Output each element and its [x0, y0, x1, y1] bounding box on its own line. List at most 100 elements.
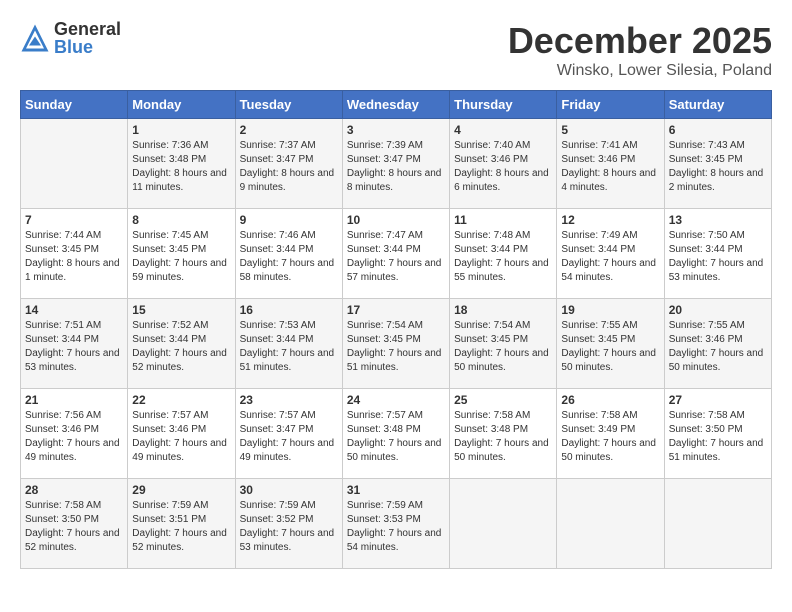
calendar-cell: 20 Sunrise: 7:55 AMSunset: 3:46 PMDayligh… [664, 299, 771, 389]
calendar-body: 1Sunrise: 7:36 AMSunset: 3:48 PMDaylight… [21, 119, 772, 569]
calendar-table: SundayMondayTuesdayWednesdayThursdayFrid… [20, 90, 772, 569]
day-number: 20 [669, 303, 767, 317]
calendar-cell: 16Sunrise: 7:53 AMSunset: 3:44 PMDayligh… [235, 299, 342, 389]
day-info: Sunrise: 7:48 AMSunset: 3:44 PMDaylight:… [454, 229, 552, 285]
title-area: December 2025 Winsko, Lower Silesia, Pol… [508, 20, 772, 80]
logo-general: General [54, 20, 121, 38]
calendar-cell: 2 Sunrise: 7:37 AMSunset: 3:47 PMDaylight… [235, 119, 342, 209]
day-info: Sunrise: 7:54 AMSunset: 3:45 PMDaylight:… [454, 319, 552, 375]
calendar-cell [450, 479, 557, 569]
calendar-cell: 3 Sunrise: 7:39 AMSunset: 3:47 PMDaylight… [342, 119, 449, 209]
day-number: 1 [132, 123, 230, 137]
calendar-cell: 25 Sunrise: 7:58 AMSunset: 3:48 PMDayligh… [450, 389, 557, 479]
week-row-3: 21Sunrise: 7:56 AMSunset: 3:46 PMDayligh… [21, 389, 772, 479]
day-info: Sunrise: 7:45 AMSunset: 3:45 PMDaylight:… [132, 229, 230, 285]
calendar-cell [21, 119, 128, 209]
day-info: Sunrise: 7:55 AMSunset: 3:46 PMDaylight:… [669, 319, 767, 375]
day-number: 9 [240, 213, 338, 227]
day-info: Sunrise: 7:58 AMSunset: 3:50 PMDaylight:… [669, 409, 767, 465]
day-number: 5 [561, 123, 659, 137]
page-header: General Blue December 2025 Winsko, Lower… [20, 20, 772, 80]
day-number: 13 [669, 213, 767, 227]
week-row-1: 7 Sunrise: 7:44 AMSunset: 3:45 PMDaylight… [21, 209, 772, 299]
day-number: 25 [454, 393, 552, 407]
day-number: 28 [25, 483, 123, 497]
day-number: 27 [669, 393, 767, 407]
day-info: Sunrise: 7:59 AMSunset: 3:51 PMDaylight:… [132, 499, 230, 555]
day-number: 7 [25, 213, 123, 227]
day-number: 18 [454, 303, 552, 317]
calendar-cell: 30Sunrise: 7:59 AMSunset: 3:52 PMDayligh… [235, 479, 342, 569]
day-header-monday: Monday [128, 91, 235, 119]
calendar-cell: 21Sunrise: 7:56 AMSunset: 3:46 PMDayligh… [21, 389, 128, 479]
calendar-cell: 23 Sunrise: 7:57 AMSunset: 3:47 PMDayligh… [235, 389, 342, 479]
day-info: Sunrise: 7:58 AMSunset: 3:50 PMDaylight:… [25, 499, 123, 555]
day-number: 11 [454, 213, 552, 227]
day-info: Sunrise: 7:59 AMSunset: 3:53 PMDaylight:… [347, 499, 445, 555]
day-number: 14 [25, 303, 123, 317]
day-info: Sunrise: 7:49 AMSunset: 3:44 PMDaylight:… [561, 229, 659, 285]
calendar-cell: 10 Sunrise: 7:47 AMSunset: 3:44 PMDayligh… [342, 209, 449, 299]
day-info: Sunrise: 7:57 AMSunset: 3:48 PMDaylight:… [347, 409, 445, 465]
day-info: Sunrise: 7:40 AMSunset: 3:46 PMDaylight:… [454, 139, 552, 195]
day-info: Sunrise: 7:58 AMSunset: 3:49 PMDaylight:… [561, 409, 659, 465]
day-info: Sunrise: 7:37 AMSunset: 3:47 PMDaylight:… [240, 139, 338, 195]
week-row-2: 14 Sunrise: 7:51 AMSunset: 3:44 PMDayligh… [21, 299, 772, 389]
day-info: Sunrise: 7:44 AMSunset: 3:45 PMDaylight:… [25, 229, 123, 285]
day-number: 4 [454, 123, 552, 137]
day-info: Sunrise: 7:55 AMSunset: 3:45 PMDaylight:… [561, 319, 659, 375]
day-number: 21 [25, 393, 123, 407]
day-info: Sunrise: 7:50 AMSunset: 3:44 PMDaylight:… [669, 229, 767, 285]
day-header-thursday: Thursday [450, 91, 557, 119]
day-number: 10 [347, 213, 445, 227]
day-number: 23 [240, 393, 338, 407]
day-number: 15 [132, 303, 230, 317]
day-info: Sunrise: 7:59 AMSunset: 3:52 PMDaylight:… [240, 499, 338, 555]
day-number: 2 [240, 123, 338, 137]
calendar-cell: 17 Sunrise: 7:54 AMSunset: 3:45 PMDayligh… [342, 299, 449, 389]
calendar-cell: 7 Sunrise: 7:44 AMSunset: 3:45 PMDaylight… [21, 209, 128, 299]
week-row-4: 28 Sunrise: 7:58 AMSunset: 3:50 PMDayligh… [21, 479, 772, 569]
calendar-cell: 27 Sunrise: 7:58 AMSunset: 3:50 PMDayligh… [664, 389, 771, 479]
calendar-cell: 15Sunrise: 7:52 AMSunset: 3:44 PMDayligh… [128, 299, 235, 389]
day-number: 29 [132, 483, 230, 497]
logo: General Blue [20, 20, 121, 56]
logo-blue: Blue [54, 38, 121, 56]
calendar-cell: 18 Sunrise: 7:54 AMSunset: 3:45 PMDayligh… [450, 299, 557, 389]
calendar-cell: 1Sunrise: 7:36 AMSunset: 3:48 PMDaylight… [128, 119, 235, 209]
day-number: 6 [669, 123, 767, 137]
calendar-cell: 24 Sunrise: 7:57 AMSunset: 3:48 PMDayligh… [342, 389, 449, 479]
calendar-cell: 19 Sunrise: 7:55 AMSunset: 3:45 PMDayligh… [557, 299, 664, 389]
calendar-cell: 22Sunrise: 7:57 AMSunset: 3:46 PMDayligh… [128, 389, 235, 479]
day-header-saturday: Saturday [664, 91, 771, 119]
day-info: Sunrise: 7:57 AMSunset: 3:47 PMDaylight:… [240, 409, 338, 465]
location-title: Winsko, Lower Silesia, Poland [508, 62, 772, 80]
day-number: 3 [347, 123, 445, 137]
calendar-cell: 8Sunrise: 7:45 AMSunset: 3:45 PMDaylight… [128, 209, 235, 299]
week-row-0: 1Sunrise: 7:36 AMSunset: 3:48 PMDaylight… [21, 119, 772, 209]
day-info: Sunrise: 7:58 AMSunset: 3:48 PMDaylight:… [454, 409, 552, 465]
calendar-cell: 29 Sunrise: 7:59 AMSunset: 3:51 PMDayligh… [128, 479, 235, 569]
day-number: 24 [347, 393, 445, 407]
calendar-cell: 31Sunrise: 7:59 AMSunset: 3:53 PMDayligh… [342, 479, 449, 569]
day-number: 12 [561, 213, 659, 227]
month-title: December 2025 [508, 20, 772, 62]
day-header-friday: Friday [557, 91, 664, 119]
calendar-header-row: SundayMondayTuesdayWednesdayThursdayFrid… [21, 91, 772, 119]
calendar-cell [664, 479, 771, 569]
day-number: 16 [240, 303, 338, 317]
day-number: 26 [561, 393, 659, 407]
day-header-sunday: Sunday [21, 91, 128, 119]
calendar-cell: 11 Sunrise: 7:48 AMSunset: 3:44 PMDayligh… [450, 209, 557, 299]
day-number: 19 [561, 303, 659, 317]
day-info: Sunrise: 7:41 AMSunset: 3:46 PMDaylight:… [561, 139, 659, 195]
day-info: Sunrise: 7:54 AMSunset: 3:45 PMDaylight:… [347, 319, 445, 375]
calendar-cell: 13 Sunrise: 7:50 AMSunset: 3:44 PMDayligh… [664, 209, 771, 299]
day-info: Sunrise: 7:51 AMSunset: 3:44 PMDaylight:… [25, 319, 123, 375]
day-header-wednesday: Wednesday [342, 91, 449, 119]
day-info: Sunrise: 7:47 AMSunset: 3:44 PMDaylight:… [347, 229, 445, 285]
day-number: 17 [347, 303, 445, 317]
day-info: Sunrise: 7:46 AMSunset: 3:44 PMDaylight:… [240, 229, 338, 285]
day-info: Sunrise: 7:39 AMSunset: 3:47 PMDaylight:… [347, 139, 445, 195]
calendar-cell: 4 Sunrise: 7:40 AMSunset: 3:46 PMDaylight… [450, 119, 557, 209]
